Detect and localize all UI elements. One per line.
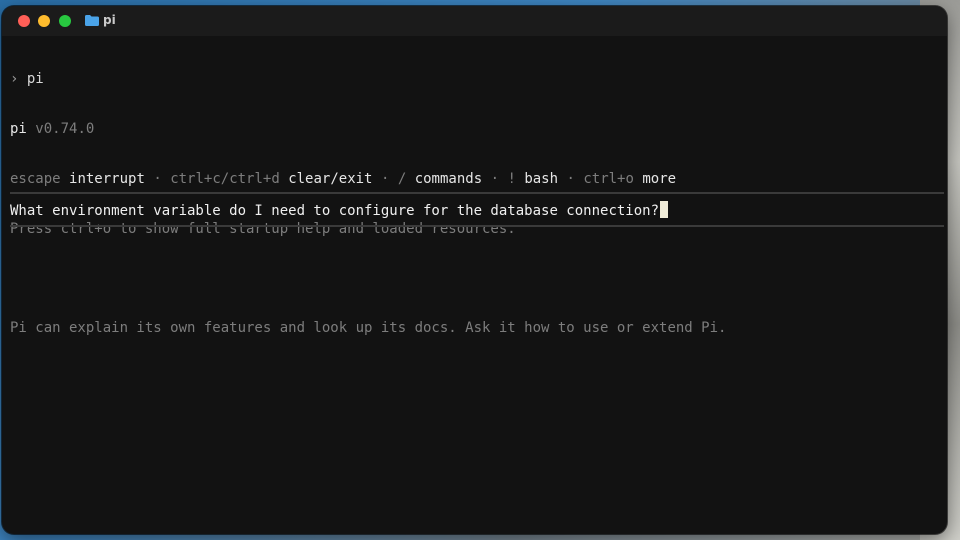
tip-line: Pi can explain its own features and look… [10,320,727,337]
prompt-symbol: › [10,71,19,88]
shortcut-key: ctrl+o [583,170,634,187]
shortcut-key: escape [10,170,61,187]
version-text: v0.74.0 [35,120,95,137]
close-button[interactable] [18,15,30,27]
shortcut-action: bash [524,170,559,187]
input-bottom-divider [10,225,944,227]
separator: · [490,170,499,187]
zoom-button[interactable] [59,15,71,27]
shortcut-key: / [397,170,407,187]
command-line: › pi [10,71,947,88]
version-line: pi v0.74.0 [10,121,947,138]
shortcut-action: more [642,170,677,187]
separator: · [380,170,390,187]
shortcuts-line: escape interrupt · ctrl+c/ctrl+d clear/e… [10,171,947,188]
shortcut-action: commands [414,170,483,187]
separator: · [566,170,575,187]
terminal-output: › pi pi v0.74.0 escape interrupt · ctrl+… [10,38,947,534]
app-name: pi [10,120,27,137]
minimize-button[interactable] [38,15,50,27]
shortcut-action: interrupt [69,170,145,187]
shortcut-key: ctrl+c/ctrl+d [170,170,280,187]
prompt-input-text: What environment variable do I need to c… [10,203,660,219]
help-line: Press ctrl+o to show full startup help a… [10,220,516,237]
folder-icon [85,14,99,26]
window-tab[interactable]: pi [85,13,116,27]
prompt-input[interactable]: What environment variable do I need to c… [10,201,669,220]
terminal-window: pi › pi pi v0.74.0 escape interrupt · ct… [2,6,947,534]
separator: · [153,170,162,187]
title-bar: pi [2,6,947,36]
shortcut-key: ! [507,170,516,187]
text-cursor [660,201,669,218]
shortcut-action: clear/exit [288,170,373,187]
command-text: pi [26,71,44,88]
window-title: pi [103,13,116,27]
input-top-divider [10,192,944,194]
